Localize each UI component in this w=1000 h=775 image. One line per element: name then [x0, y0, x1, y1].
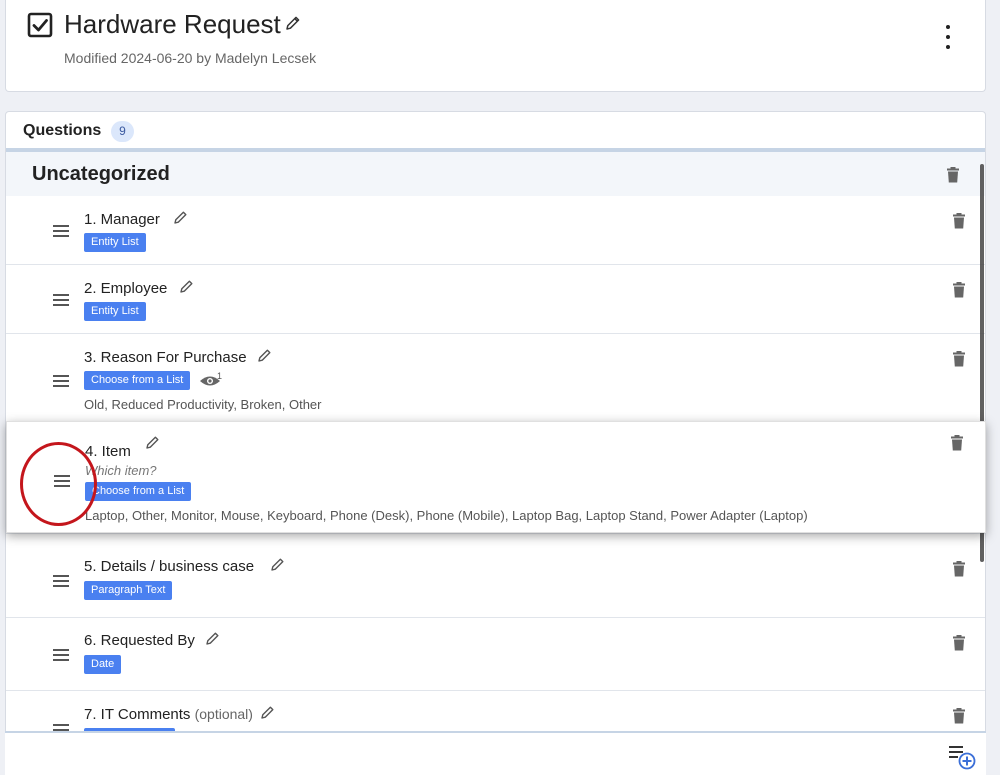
- edit-question-pencil-icon[interactable]: [179, 278, 195, 294]
- question-row-5[interactable]: 5. Details / business case Paragraph Tex…: [6, 534, 985, 618]
- edit-question-pencil-icon[interactable]: [205, 630, 221, 646]
- question-options: Old, Reduced Productivity, Broken, Other: [84, 397, 322, 412]
- question-label: 2. Employee: [84, 280, 168, 297]
- drag-handle-icon[interactable]: [53, 574, 69, 588]
- drag-handle-icon[interactable]: [53, 224, 69, 238]
- checkbox-checked-icon: [27, 12, 53, 38]
- delete-question-trash-icon[interactable]: [952, 635, 966, 651]
- drag-handle-icon[interactable]: [54, 474, 70, 488]
- delete-question-trash-icon[interactable]: [952, 282, 966, 298]
- question-type-badge: Date: [84, 655, 122, 674]
- form-header-card: Hardware Request Modified 2024-06-20 by …: [5, 0, 986, 92]
- add-question-icon[interactable]: [947, 743, 977, 771]
- delete-category-trash-icon[interactable]: [946, 167, 960, 183]
- edit-question-pencil-icon[interactable]: [173, 209, 189, 225]
- questions-footer: [5, 731, 986, 775]
- question-row-2[interactable]: 2. Employee Entity List: [6, 265, 985, 334]
- category-row: Uncategorized: [6, 152, 985, 196]
- question-label: 5. Details / business case: [84, 558, 255, 575]
- visibility-rule-count: 1: [217, 371, 223, 381]
- question-type-badge: Paragraph Text: [84, 581, 173, 600]
- question-label: 3. Reason For Purchase: [84, 349, 247, 366]
- question-subtitle: Which item?: [85, 463, 157, 478]
- delete-question-trash-icon[interactable]: [952, 351, 966, 367]
- question-row-6[interactable]: 6. Requested By Date: [6, 618, 985, 691]
- drag-handle-icon[interactable]: [53, 648, 69, 662]
- edit-question-pencil-icon[interactable]: [270, 556, 286, 572]
- drag-handle-icon[interactable]: [53, 293, 69, 307]
- edit-question-pencil-icon[interactable]: [145, 434, 161, 450]
- delete-question-trash-icon[interactable]: [952, 708, 966, 724]
- questions-heading: Questions: [23, 122, 102, 139]
- more-options-kebab-icon[interactable]: [938, 25, 958, 49]
- questions-count-badge: 9: [111, 121, 134, 142]
- question-type-badge: Choose from a List: [85, 482, 192, 501]
- edit-question-pencil-icon[interactable]: [257, 347, 273, 363]
- question-label: 6. Requested By: [84, 632, 195, 649]
- drag-handle-icon[interactable]: [53, 374, 69, 388]
- dragged-question-row-4[interactable]: 4. Item Which item? Choose from a List L…: [6, 421, 986, 533]
- question-label: 1. Manager: [84, 211, 160, 228]
- modified-info: Modified 2024-06-20 by Madelyn Lecsek: [64, 50, 317, 66]
- form-title: Hardware Request: [64, 9, 281, 39]
- delete-question-trash-icon[interactable]: [952, 561, 966, 577]
- delete-question-trash-icon[interactable]: [952, 213, 966, 229]
- question-options: Laptop, Other, Monitor, Mouse, Keyboard,…: [85, 508, 808, 523]
- question-row-3[interactable]: 3. Reason For Purchase Choose from a Lis…: [6, 334, 985, 422]
- category-title: Uncategorized: [32, 163, 170, 185]
- question-row-1[interactable]: 1. Manager Entity List: [6, 196, 985, 265]
- question-type-badge: Entity List: [84, 233, 146, 252]
- question-label: 4. Item: [85, 443, 131, 460]
- delete-question-trash-icon[interactable]: [950, 435, 964, 451]
- question-type-badge: Entity List: [84, 302, 146, 321]
- edit-title-pencil-icon[interactable]: [284, 14, 302, 32]
- question-type-badge: Choose from a List: [84, 371, 191, 390]
- edit-question-pencil-icon[interactable]: [260, 704, 276, 720]
- question-label: 7. IT Comments (optional): [84, 706, 253, 723]
